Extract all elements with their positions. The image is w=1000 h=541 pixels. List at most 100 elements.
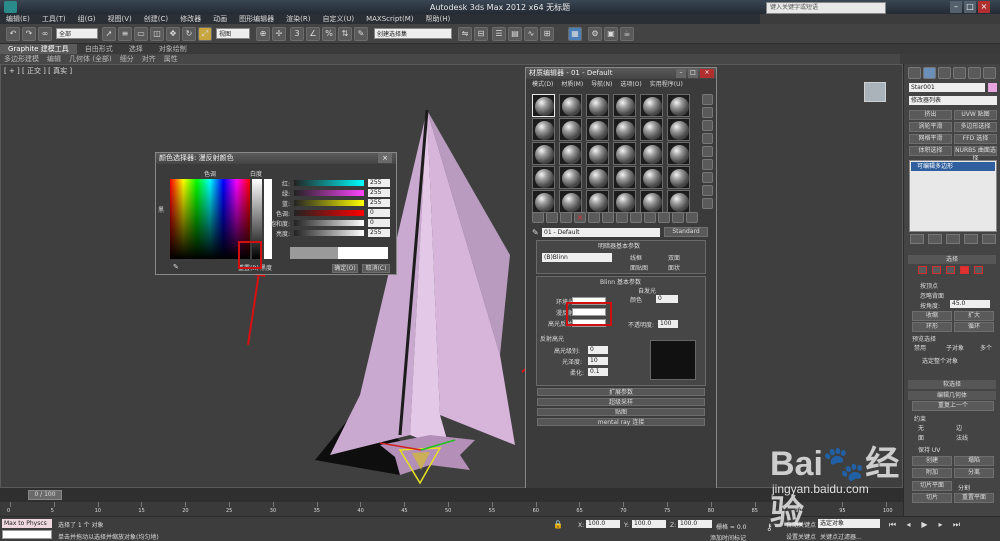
show-map-icon[interactable]	[644, 212, 656, 223]
material-sample-slot[interactable]	[640, 94, 663, 117]
material-sample-slot[interactable]	[559, 118, 582, 141]
constraint-edge-radio[interactable]: 边	[956, 423, 962, 432]
material-sample-slot[interactable]	[532, 94, 555, 117]
mental-ray-rollout[interactable]: mental ray 连接	[537, 418, 705, 426]
material-sample-slot[interactable]	[559, 166, 582, 189]
ring-button[interactable]: 环形	[912, 322, 952, 332]
ignore-backface-checkbox[interactable]: 忽略背面	[920, 291, 944, 300]
blinn-basic-title[interactable]: Blinn 基本参数	[600, 277, 641, 286]
modifier-button[interactable]: NURBS 曲面选择	[954, 146, 997, 162]
reset-plane-button[interactable]: 重置平面	[954, 493, 994, 503]
slice-button[interactable]: 切片	[912, 493, 952, 503]
constraint-normal-radio[interactable]: 法线	[956, 433, 968, 442]
put-to-library-icon[interactable]	[616, 212, 628, 223]
channel-slider[interactable]	[294, 200, 364, 206]
material-sample-slot[interactable]	[613, 142, 636, 165]
material-sample-slot[interactable]	[640, 142, 663, 165]
supersampling-rollout[interactable]: 超级采样	[537, 398, 705, 406]
modifier-button[interactable]: 涡轮平滑	[909, 122, 952, 132]
glossiness-value[interactable]: 10	[588, 357, 608, 365]
go-sibling-icon[interactable]	[686, 212, 698, 223]
loop-button[interactable]: 循环	[954, 322, 994, 332]
backlight-icon[interactable]	[702, 107, 713, 118]
element-icon[interactable]	[974, 266, 983, 274]
stack-item-editable-poly[interactable]: 可编辑多边形	[911, 162, 995, 171]
eyedropper-icon[interactable]: ✎	[173, 263, 181, 271]
modifier-list-select[interactable]: 修改器列表	[909, 96, 997, 105]
create-button[interactable]: 创建	[912, 456, 952, 466]
material-sample-slot[interactable]	[613, 190, 636, 213]
soft-selection-rollout[interactable]: 软选择	[908, 380, 996, 389]
material-sample-slot[interactable]	[667, 190, 690, 213]
channel-value[interactable]: 0	[368, 219, 390, 227]
ok-button[interactable]: 确定(O)	[332, 264, 358, 273]
material-sample-slot[interactable]	[613, 166, 636, 189]
material-sample-slot[interactable]	[586, 118, 609, 141]
preserve-uv-checkbox[interactable]: 保持 UV	[918, 445, 940, 454]
slice-plane-button[interactable]: 切片平面	[912, 481, 952, 491]
maps-rollout[interactable]: 贴图	[537, 408, 705, 416]
channel-value[interactable]: 255	[368, 179, 390, 187]
go-end-icon[interactable]: ⏭	[950, 520, 963, 530]
face-map-checkbox[interactable]: 面贴图	[630, 263, 648, 272]
minimize-icon[interactable]: –	[676, 69, 686, 78]
faceted-checkbox[interactable]: 面状	[668, 263, 680, 272]
get-material-icon[interactable]	[532, 212, 544, 223]
material-sample-slot[interactable]	[640, 118, 663, 141]
maxscript-listener-field[interactable]: Max to Physcs	[2, 519, 52, 528]
make-copy-icon[interactable]	[588, 212, 600, 223]
material-sample-slot[interactable]	[532, 142, 555, 165]
channel-value[interactable]: 255	[368, 189, 390, 197]
track-bar[interactable]: 0 5 10 15 20 25 30 35 40 45 50 55 60 65 70 75 80 85 90 95 10…	[0, 502, 903, 516]
configure-sets-icon[interactable]	[982, 234, 996, 244]
object-color-swatch[interactable]	[988, 83, 997, 92]
go-parent-icon[interactable]	[672, 212, 684, 223]
detach-button[interactable]: 分离	[954, 468, 994, 478]
modifier-button[interactable]: 体积选择	[909, 146, 952, 156]
channel-slider[interactable]	[294, 180, 364, 186]
soften-value[interactable]: 0.1	[588, 368, 608, 376]
modifier-button[interactable]: 挤出	[909, 110, 952, 120]
repeat-last-button[interactable]: 重复上一个	[912, 401, 994, 411]
constraint-face-radio[interactable]: 面	[918, 433, 924, 442]
channel-slider[interactable]	[294, 230, 364, 236]
make-unique-icon[interactable]	[602, 212, 614, 223]
y-coordinate-field[interactable]: 100.0	[632, 520, 666, 528]
menu-item[interactable]: 模式(D)	[528, 80, 557, 89]
make-unique-icon[interactable]	[946, 234, 960, 244]
channel-slider[interactable]	[294, 210, 364, 216]
by-vertex-checkbox[interactable]: 按顶点	[920, 281, 938, 290]
grow-button[interactable]: 扩大	[954, 311, 994, 321]
split-checkbox[interactable]: 分割	[958, 483, 970, 492]
modifier-button[interactable]: UVW 贴图	[954, 110, 997, 120]
z-coordinate-field[interactable]: 100.0	[678, 520, 712, 528]
preview-disabled-radio[interactable]: 禁用	[914, 343, 926, 352]
create-tab-icon[interactable]	[908, 67, 921, 79]
hierarchy-tab-icon[interactable]	[938, 67, 951, 79]
material-sample-slot[interactable]	[640, 190, 663, 213]
material-sample-slot[interactable]	[667, 166, 690, 189]
next-frame-icon[interactable]: ▸	[934, 520, 947, 530]
reset-map-icon[interactable]: ×	[574, 212, 586, 223]
time-slider-thumb[interactable]: 0 / 100	[28, 490, 62, 500]
polygon-icon[interactable]	[960, 266, 969, 274]
modifier-button[interactable]: 多边形选择	[954, 122, 997, 132]
motion-tab-icon[interactable]	[953, 67, 966, 79]
shader-type-select[interactable]: (B)Blinn	[542, 253, 612, 262]
select-by-material-icon[interactable]	[702, 185, 713, 196]
material-sample-slot[interactable]	[532, 166, 555, 189]
play-icon[interactable]: ▶	[918, 520, 931, 530]
remove-modifier-icon[interactable]	[964, 234, 978, 244]
sample-type-icon[interactable]	[702, 94, 713, 105]
extended-params-rollout[interactable]: 扩展参数	[537, 388, 705, 396]
options-icon[interactable]	[702, 172, 713, 183]
channel-slider[interactable]	[294, 190, 364, 196]
material-sample-slot[interactable]	[613, 94, 636, 117]
material-sample-slot[interactable]	[532, 118, 555, 141]
constraint-none-radio[interactable]: 无	[918, 423, 924, 432]
material-sample-slot[interactable]	[586, 94, 609, 117]
maxscript-output-field[interactable]	[2, 530, 52, 539]
assign-material-icon[interactable]	[560, 212, 572, 223]
video-check-icon[interactable]	[702, 146, 713, 157]
menu-item[interactable]: 实用程序(U)	[646, 80, 687, 89]
